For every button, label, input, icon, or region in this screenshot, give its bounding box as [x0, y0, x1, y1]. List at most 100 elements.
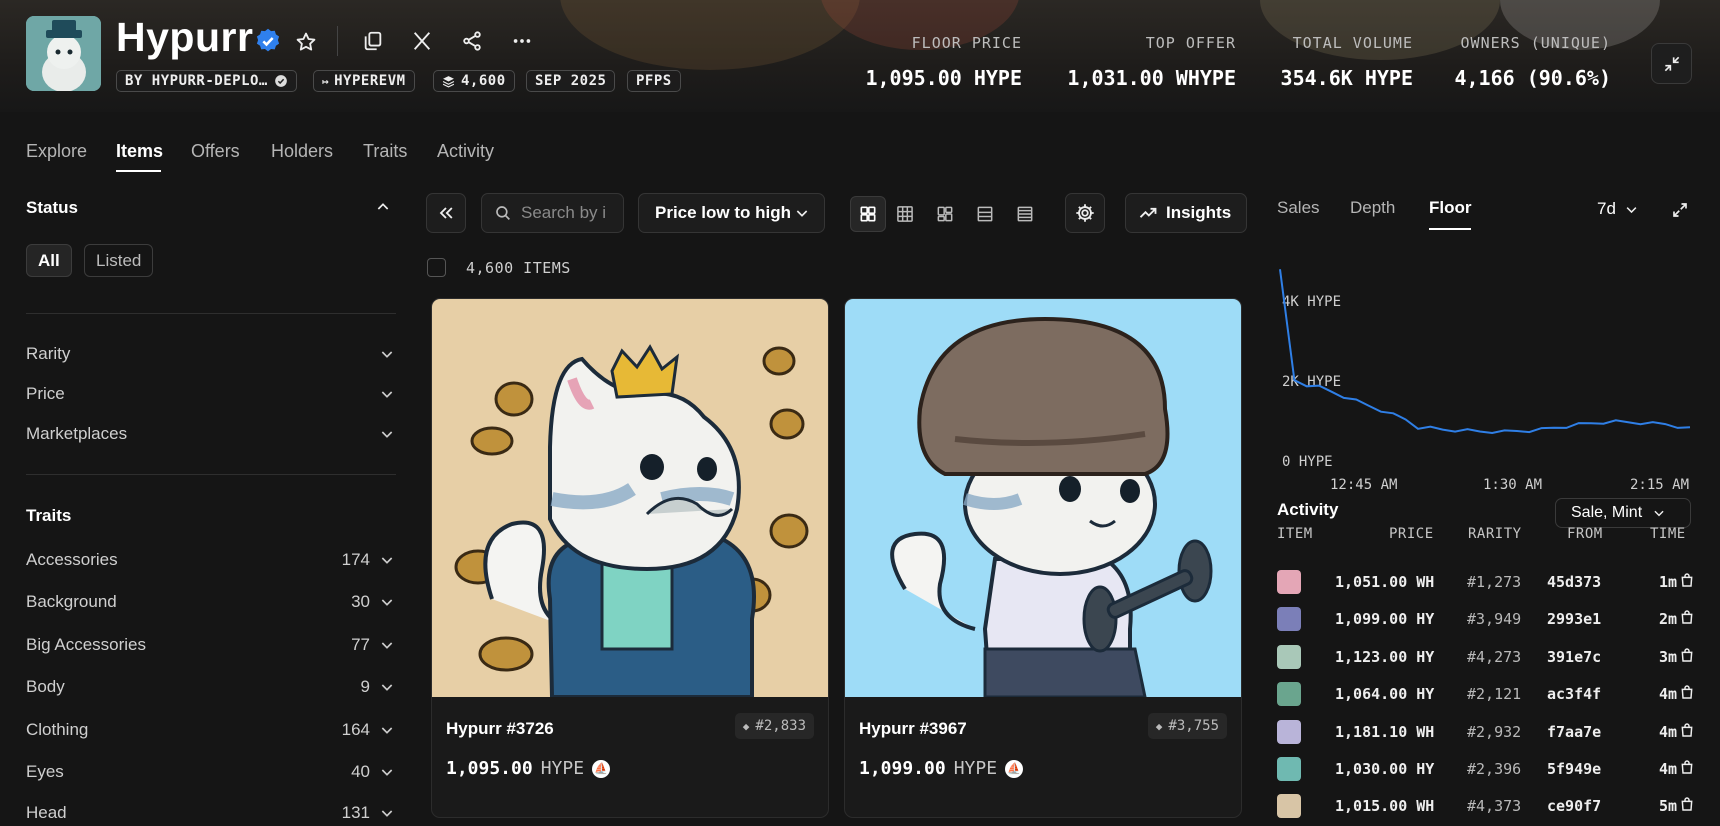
chart-tab-sales[interactable]: Sales [1277, 198, 1320, 218]
from-address[interactable]: 45d373 [1547, 573, 1601, 591]
search-input[interactable]: Search by i [481, 193, 624, 233]
tab-offers[interactable]: Offers [191, 141, 240, 162]
item-card[interactable]: Hypurr #3967 ◆ #3,755 1,099.00 HYPE ⛵ [844, 298, 1242, 818]
x-tick-label: 2:15 AM [1630, 477, 1689, 493]
chevron-down-icon [1626, 206, 1637, 213]
trait-count: 174 [341, 550, 370, 569]
trait-body[interactable]: Body 9 [26, 674, 396, 700]
chevron-down-icon [378, 804, 396, 822]
search-icon [496, 206, 510, 220]
activity-row[interactable]: 1,181.10 WH #2,932 f7aa7e 4m [1277, 717, 1697, 747]
tab-holders[interactable]: Holders [271, 141, 333, 162]
shopping-bag-icon[interactable] [1679, 722, 1695, 742]
creator-chip[interactable]: BY HYPURR-DEPLO… [116, 70, 297, 92]
item-name: Hypurr #3967 [859, 719, 967, 738]
trait-clothing[interactable]: Clothing 164 [26, 717, 396, 743]
tab-items[interactable]: Items [116, 141, 163, 162]
from-address[interactable]: 5f949e [1547, 760, 1601, 778]
activity-row[interactable]: 1,051.00 WH #1,273 45d373 1m [1277, 567, 1697, 597]
floor-price-series-line [1279, 269, 1691, 435]
item-image [845, 299, 1241, 699]
view-masonry-icon[interactable] [930, 199, 960, 229]
more-options-icon[interactable] [507, 26, 537, 56]
banner-decoration [560, 0, 860, 70]
sort-dropdown[interactable]: Price low to high [638, 193, 825, 233]
filter-rarity[interactable]: Rarity [26, 341, 396, 367]
view-large-grid-icon[interactable] [850, 196, 886, 232]
stat-value-volume: 354.6K HYPE [1280, 66, 1413, 90]
layers-icon [442, 75, 455, 88]
stat-value-floor: 1,095.00 HYPE [865, 66, 1022, 90]
sidebar-divider [26, 474, 396, 475]
chart-tab-floor[interactable]: Floor [1429, 198, 1472, 218]
view-list-icon[interactable] [970, 199, 1000, 229]
item-thumbnail [1277, 607, 1301, 631]
tab-traits[interactable]: Traits [363, 141, 407, 162]
activity-row[interactable]: 1,099.00 HY #3,949 2993e1 2m [1277, 604, 1697, 634]
gear-icon [1076, 204, 1094, 222]
chain-label: HYPEREVM [334, 73, 406, 89]
price-unit: HYPE [540, 758, 585, 779]
select-all-checkbox[interactable] [427, 258, 446, 277]
status-all-pill[interactable]: All [26, 244, 72, 277]
range-dropdown[interactable]: 7d [1597, 199, 1639, 219]
from-address[interactable]: f7aa7e [1547, 723, 1601, 741]
x-twitter-icon[interactable] [407, 26, 437, 56]
insights-button[interactable]: Insights [1125, 193, 1247, 233]
status-listed-pill[interactable]: Listed [84, 244, 154, 277]
favorite-star-icon[interactable] [292, 28, 320, 56]
stat-label-volume: TOTAL VOLUME [1292, 34, 1413, 52]
view-small-grid-icon[interactable] [890, 199, 920, 229]
trait-big-accessories[interactable]: Big Accessories 77 [26, 632, 396, 658]
activity-row[interactable]: 1,030.00 HY #2,396 5f949e 4m [1277, 754, 1697, 784]
from-address[interactable]: ce90f7 [1547, 797, 1601, 815]
trait-accessories[interactable]: Accessories 174 [26, 547, 396, 573]
chevron-down-icon [378, 385, 396, 403]
trait-head[interactable]: Head 131 [26, 800, 396, 826]
sale-time: 3m [1658, 648, 1677, 666]
chevron-down-icon [378, 551, 396, 569]
from-address[interactable]: ac3f4f [1547, 685, 1601, 703]
item-card[interactable]: Hypurr #3726 ◆ #2,833 1,095.00 HYPE ⛵ [431, 298, 829, 818]
expand-icon[interactable] [1668, 198, 1692, 222]
collection-avatar [26, 16, 101, 91]
price-value: 1,095.00 [446, 758, 533, 779]
settings-button[interactable] [1065, 193, 1105, 233]
filter-marketplaces[interactable]: Marketplaces [26, 421, 396, 447]
rarity-rank: #4,373 [1467, 797, 1522, 815]
from-address[interactable]: 2993e1 [1547, 610, 1601, 628]
chain-chip[interactable]: ↦ HYPEREVM [313, 70, 415, 92]
shopping-bag-icon[interactable] [1679, 647, 1695, 667]
share-icon[interactable] [457, 26, 487, 56]
shopping-bag-icon[interactable] [1679, 759, 1695, 779]
stat-value-top-offer: 1,031.00 WHYPE [1067, 66, 1236, 90]
diamond-icon: ◆ [742, 719, 750, 733]
shopping-bag-icon[interactable] [1679, 684, 1695, 704]
view-table-icon[interactable] [1010, 199, 1040, 229]
marketplace-icon: ⛵ [592, 759, 611, 778]
activity-row[interactable]: 1,064.00 HY #2,121 ac3f4f 4m [1277, 679, 1697, 709]
shopping-bag-icon[interactable] [1679, 609, 1695, 629]
shopping-bag-icon[interactable] [1679, 796, 1695, 816]
from-address[interactable]: 391e7c [1547, 648, 1601, 666]
price-unit: HYPE [953, 758, 998, 779]
filter-price[interactable]: Price [26, 381, 396, 407]
rarity-rank: #2,121 [1467, 685, 1522, 703]
copy-icon[interactable] [358, 26, 388, 56]
activity-row[interactable]: 1,123.00 HY #4,273 391e7c 3m [1277, 642, 1697, 672]
collection-header [0, 0, 1720, 112]
trait-background[interactable]: Background 30 [26, 589, 396, 615]
collapse-sidebar-button[interactable] [426, 193, 466, 233]
activity-row[interactable]: 1,015.00 WH #4,373 ce90f7 5m [1277, 791, 1697, 821]
tab-activity[interactable]: Activity [437, 141, 494, 162]
trait-eyes[interactable]: Eyes 40 [26, 759, 396, 785]
chevron-up-icon[interactable] [374, 198, 392, 216]
chevron-down-icon [378, 345, 396, 363]
filter-label: Price [26, 384, 65, 403]
chart-tab-depth[interactable]: Depth [1350, 198, 1395, 218]
collapse-header-button[interactable] [1651, 43, 1692, 84]
shopping-bag-icon[interactable] [1679, 572, 1695, 592]
tab-explore[interactable]: Explore [26, 141, 87, 162]
activity-filter-dropdown[interactable]: Sale, Mint [1555, 498, 1691, 528]
category-chip[interactable]: PFPS [627, 70, 681, 92]
